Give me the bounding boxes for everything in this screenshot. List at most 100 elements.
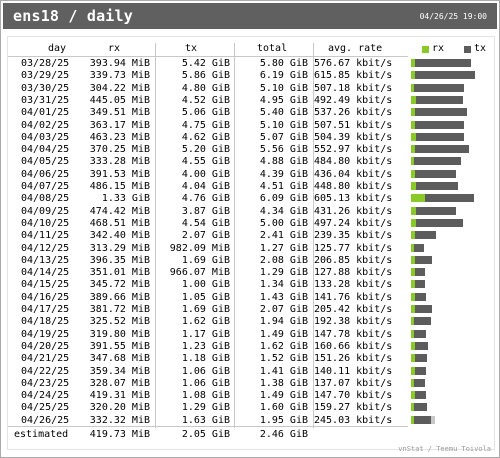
row-avg-rate: 605.13 kbit/s: [314, 193, 393, 205]
table-row: 04/26/25 332.32 MiB 1.63 GiB 1.95 GiB 245.03…: [8, 415, 494, 427]
row-total: 5.80 GiB: [259, 58, 308, 69]
row-tx: 1.29 GiB: [181, 402, 230, 414]
row-day: 04/21/25: [21, 353, 70, 365]
row-rx: 468.51 MiB: [89, 217, 150, 229]
tx-bar: [416, 132, 464, 141]
row-rx: 391.53 MiB: [89, 168, 150, 180]
tx-bar: [415, 71, 475, 80]
row-total: 4.34 GiB: [259, 205, 308, 217]
row-tx: 5.86 GiB: [181, 70, 230, 82]
row-tx: 1.05 GiB: [181, 291, 230, 303]
row-rx: 391.55 MiB: [89, 340, 150, 352]
row-rx: 325.52 MiB: [89, 316, 150, 328]
row-day: 04/16/25: [21, 291, 70, 303]
row-avg-rate: 127.88 kbit/s: [314, 267, 393, 279]
table-row: 03/28/25 393.94 MiB 5.42 GiB 5.80 GiB 576.67…: [8, 58, 494, 70]
row-total: 1.43 GiB: [259, 291, 308, 303]
table-row: 04/05/25 333.28 MiB 4.55 GiB 4.88 GiB 484.80…: [8, 156, 494, 168]
tx-bar: [414, 157, 461, 166]
row-rx: 342.40 MiB: [89, 230, 150, 242]
row-rx: 389.66 MiB: [89, 291, 150, 303]
row-day: 04/01/25: [21, 107, 70, 119]
tx-bar: [415, 305, 432, 313]
row-tx: 1.63 GiB: [181, 414, 230, 426]
table-row: 04/09/25 474.42 MiB 3.87 GiB 4.34 GiB 431.26…: [8, 206, 494, 218]
row-total: 4.95 GiB: [259, 94, 308, 106]
row-tx: 1.62 GiB: [181, 316, 230, 328]
row-avg-rate: 615.85 kbit/s: [314, 70, 393, 82]
tx-bar: [415, 268, 425, 277]
row-day: 03/28/25: [21, 58, 70, 69]
row-day: 04/04/25: [21, 144, 70, 156]
row-rx: 349.51 MiB: [89, 107, 150, 119]
row-rx: 463.23 MiB: [89, 131, 150, 143]
table-row: 04/20/25 391.55 MiB 1.23 GiB 1.62 GiB 160.66…: [8, 341, 494, 353]
row-rx: 381.72 MiB: [89, 304, 150, 315]
tx-bar: [415, 292, 426, 301]
row-rx: 339.73 MiB: [89, 70, 150, 82]
row-avg-rate: 552.97 kbit/s: [314, 144, 393, 156]
row-tx: 1.06 GiB: [181, 365, 230, 377]
estimated-rx: 419.73 MiB: [89, 429, 150, 440]
estimated-bar: [431, 415, 435, 424]
row-day: 04/15/25: [21, 279, 70, 291]
tx-bar: [415, 120, 464, 129]
row-total: 1.94 GiB: [259, 316, 308, 328]
row-day: 03/30/25: [21, 82, 70, 94]
row-avg-rate: 507.51 kbit/s: [314, 119, 393, 131]
row-day: 04/05/25: [21, 156, 70, 168]
row-total: 5.10 GiB: [259, 82, 308, 94]
tx-bar: [414, 378, 425, 387]
row-rx: 445.05 MiB: [89, 94, 150, 106]
row-tx: 1.69 GiB: [181, 304, 230, 315]
table-row: 03/30/25 304.22 MiB 4.80 GiB 5.10 GiB 507.18…: [8, 83, 494, 95]
row-total: 5.40 GiB: [259, 107, 308, 119]
row-avg-rate: 125.77 kbit/s: [314, 242, 393, 254]
row-total: 1.49 GiB: [259, 328, 308, 340]
tx-bar: [415, 280, 425, 289]
table-row: 04/18/25 325.52 MiB 1.62 GiB 1.94 GiB 192.38…: [8, 316, 494, 328]
row-avg-rate: 431.26 kbit/s: [314, 205, 393, 217]
row-tx: 1.23 GiB: [181, 340, 230, 352]
row-avg-rate: 141.76 kbit/s: [314, 291, 393, 303]
row-tx: 1.06 GiB: [181, 377, 230, 389]
row-day: 04/03/25: [21, 131, 70, 143]
table-row: 04/22/25 359.34 MiB 1.06 GiB 1.41 GiB 140.11…: [8, 366, 494, 378]
row-rx: 333.28 MiB: [89, 156, 150, 168]
row-rx: 396.35 MiB: [89, 254, 150, 266]
row-tx: 1.18 GiB: [181, 353, 230, 365]
row-rx: 359.34 MiB: [89, 365, 150, 377]
estimated-tx: 2.05 GiB: [181, 429, 230, 440]
table-row: 04/19/25 319.80 MiB 1.17 GiB 1.49 GiB 147.78…: [8, 329, 494, 341]
row-day: 04/13/25: [21, 254, 70, 266]
row-tx: 1.08 GiB: [181, 390, 230, 402]
tx-bar: [415, 231, 436, 240]
col-header-day: day: [48, 43, 67, 54]
table-row: 03/29/25 339.73 MiB 5.86 GiB 6.19 GiB 615.85…: [8, 70, 494, 82]
col-header-tx: tx: [185, 43, 198, 54]
row-total: 2.08 GiB: [259, 254, 308, 266]
row-total: 4.51 GiB: [259, 181, 308, 192]
row-day: 04/24/25: [21, 390, 70, 402]
row-total: 1.34 GiB: [259, 279, 308, 291]
row-avg-rate: 159.27 kbit/s: [314, 402, 393, 414]
row-total: 1.52 GiB: [259, 353, 308, 365]
row-rx: 486.15 MiB: [89, 181, 150, 192]
row-rx: 474.42 MiB: [89, 205, 150, 217]
row-total: 6.19 GiB: [259, 70, 308, 82]
tx-bar: [415, 108, 467, 117]
row-day: 04/06/25: [21, 168, 70, 180]
row-avg-rate: 151.26 kbit/s: [314, 353, 393, 365]
row-avg-rate: 137.07 kbit/s: [314, 377, 393, 389]
row-avg-rate: 140.11 kbit/s: [314, 365, 393, 377]
estimated-total: 2.46 GiB: [259, 429, 308, 440]
tx-bar: [415, 391, 426, 400]
table-row: 04/24/25 419.31 MiB 1.08 GiB 1.49 GiB 147.70…: [8, 390, 494, 402]
table-row: 04/23/25 328.07 MiB 1.06 GiB 1.38 GiB 137.07…: [8, 378, 494, 390]
table-row: 04/10/25 468.51 MiB 4.54 GiB 5.00 GiB 497.24…: [8, 218, 494, 230]
row-total: 1.62 GiB: [259, 340, 308, 352]
row-avg-rate: 576.67 kbit/s: [314, 58, 393, 69]
row-total: 1.29 GiB: [259, 267, 308, 279]
tx-bar: [416, 206, 456, 215]
row-rx: 393.94 MiB: [89, 58, 150, 69]
